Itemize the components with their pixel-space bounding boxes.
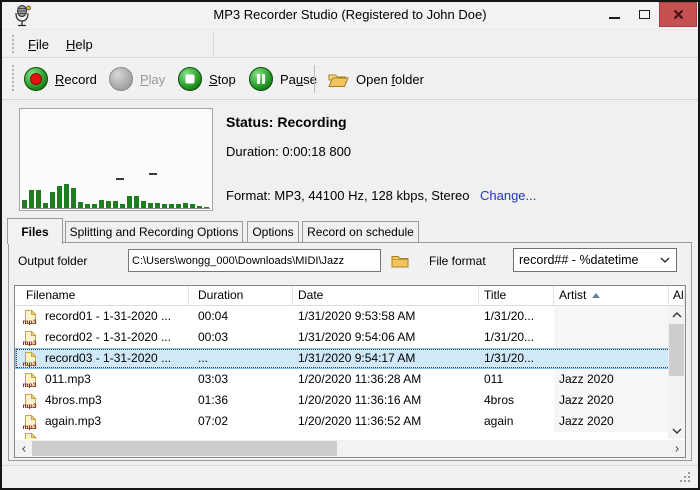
minimize-icon (609, 17, 620, 19)
mp3-file-icon (22, 414, 38, 430)
table-row-partial[interactable] (15, 432, 685, 439)
column-header-title[interactable]: Title (479, 286, 554, 305)
maximize-button[interactable] (629, 2, 659, 26)
scroll-down-button[interactable] (668, 422, 685, 439)
peak-marker (149, 173, 157, 175)
mp3-file-icon (22, 309, 38, 325)
stop-icon (178, 67, 202, 91)
chevron-up-icon (672, 312, 682, 318)
tab-files[interactable]: Files (7, 218, 63, 244)
menu-band-separator (213, 32, 214, 56)
pause-icon (249, 67, 273, 91)
screen: MP3 Recorder Studio (Registered to John … (0, 0, 700, 490)
output-folder-label: Output folder (18, 254, 87, 268)
column-header-duration[interactable]: Duration (189, 286, 293, 305)
record-icon (24, 67, 48, 91)
column-header-album[interactable]: Al (669, 286, 685, 305)
tab-options[interactable]: Options (247, 221, 299, 242)
status-text: Status: Recording (226, 114, 347, 130)
vertical-scrollbar[interactable] (668, 306, 685, 439)
menu-bar: File Help (2, 30, 698, 58)
vertical-scroll-thumb[interactable] (669, 324, 684, 376)
window-title: MP3 Recorder Studio (Registered to John … (2, 7, 698, 22)
status-bar (2, 465, 698, 488)
toolbar-gripper[interactable] (11, 64, 15, 93)
format-text: Format: MP3, 44100 Hz, 128 kbps, Stereo (226, 188, 470, 203)
resize-grip[interactable] (678, 470, 691, 483)
maximize-icon (639, 10, 650, 19)
table-row[interactable]: again.mp3 07:02 1/20/2020 11:36:52 AM ag… (15, 411, 685, 432)
chevron-left-icon (19, 446, 29, 452)
chevron-right-icon (672, 446, 682, 452)
scroll-left-button[interactable] (15, 440, 32, 457)
scroll-up-button[interactable] (668, 306, 685, 323)
mp3-file-icon (22, 432, 38, 439)
tab-splitting-options[interactable]: Splitting and Recording Options (65, 221, 243, 242)
chevron-down-icon (672, 428, 682, 434)
app-window: MP3 Recorder Studio (Registered to John … (0, 0, 700, 490)
file-format-label: File format (429, 254, 486, 268)
scroll-right-button[interactable] (668, 440, 685, 457)
list-header: Filename Duration Date Title Artist Al (15, 286, 685, 306)
table-row-selected[interactable]: record03 - 1-31-2020 ... ... 1/31/2020 9… (15, 348, 685, 369)
title-bar: MP3 Recorder Studio (Registered to John … (2, 2, 698, 30)
pause-button[interactable]: Pause (245, 63, 321, 95)
chevron-down-icon (654, 257, 676, 263)
play-icon (109, 67, 133, 91)
horizontal-scroll-thumb[interactable] (32, 441, 337, 456)
table-row[interactable]: record01 - 1-31-2020 ... 00:04 1/31/2020… (15, 306, 685, 327)
play-button[interactable]: Play (105, 63, 169, 95)
window-controls (599, 2, 697, 27)
mp3-file-icon (22, 330, 38, 346)
close-button[interactable] (659, 2, 697, 27)
level-meter (19, 108, 213, 211)
sort-ascending-icon (592, 293, 600, 298)
change-format-link[interactable]: Change... (480, 188, 536, 203)
record-button[interactable]: Record (20, 63, 101, 95)
toolbar-separator (314, 65, 315, 93)
column-header-date[interactable]: Date (293, 286, 479, 305)
table-row[interactable]: 4bros.mp3 01:36 1/20/2020 11:36:16 AM 4b… (15, 390, 685, 411)
folder-icon (391, 254, 409, 268)
column-header-artist[interactable]: Artist (554, 286, 669, 305)
toolbar: Record Play Stop Pause Open folder (2, 58, 698, 100)
output-folder-input[interactable] (128, 249, 381, 272)
browse-folder-button[interactable] (389, 250, 411, 271)
close-icon (672, 8, 685, 21)
open-folder-button[interactable]: Open folder (323, 63, 428, 95)
file-format-value: record## - %datetime (514, 253, 654, 267)
menu-file[interactable]: File (22, 35, 55, 54)
minimize-button[interactable] (599, 2, 629, 26)
horizontal-scrollbar[interactable] (15, 440, 685, 457)
menu-gripper[interactable] (11, 34, 15, 53)
stop-button[interactable]: Stop (174, 63, 240, 95)
column-header-filename[interactable]: Filename (15, 286, 189, 305)
file-format-dropdown[interactable]: record## - %datetime (513, 248, 677, 272)
mp3-file-icon (22, 372, 38, 388)
table-row[interactable]: record02 - 1-31-2020 ... 00:03 1/31/2020… (15, 327, 685, 348)
mp3-file-icon (22, 393, 38, 409)
table-row[interactable]: 011.mp3 03:03 1/20/2020 11:36:28 AM 011 … (15, 369, 685, 390)
mp3-file-icon (22, 351, 38, 367)
spectrum-bars (22, 111, 210, 209)
open-folder-icon (327, 71, 349, 88)
peak-marker (116, 178, 124, 180)
menu-help[interactable]: Help (60, 35, 99, 54)
tab-record-on-schedule[interactable]: Record on schedule (302, 221, 419, 242)
duration-text: Duration: 0:00:18 800 (226, 144, 351, 159)
file-list: Filename Duration Date Title Artist Al r… (14, 285, 686, 458)
